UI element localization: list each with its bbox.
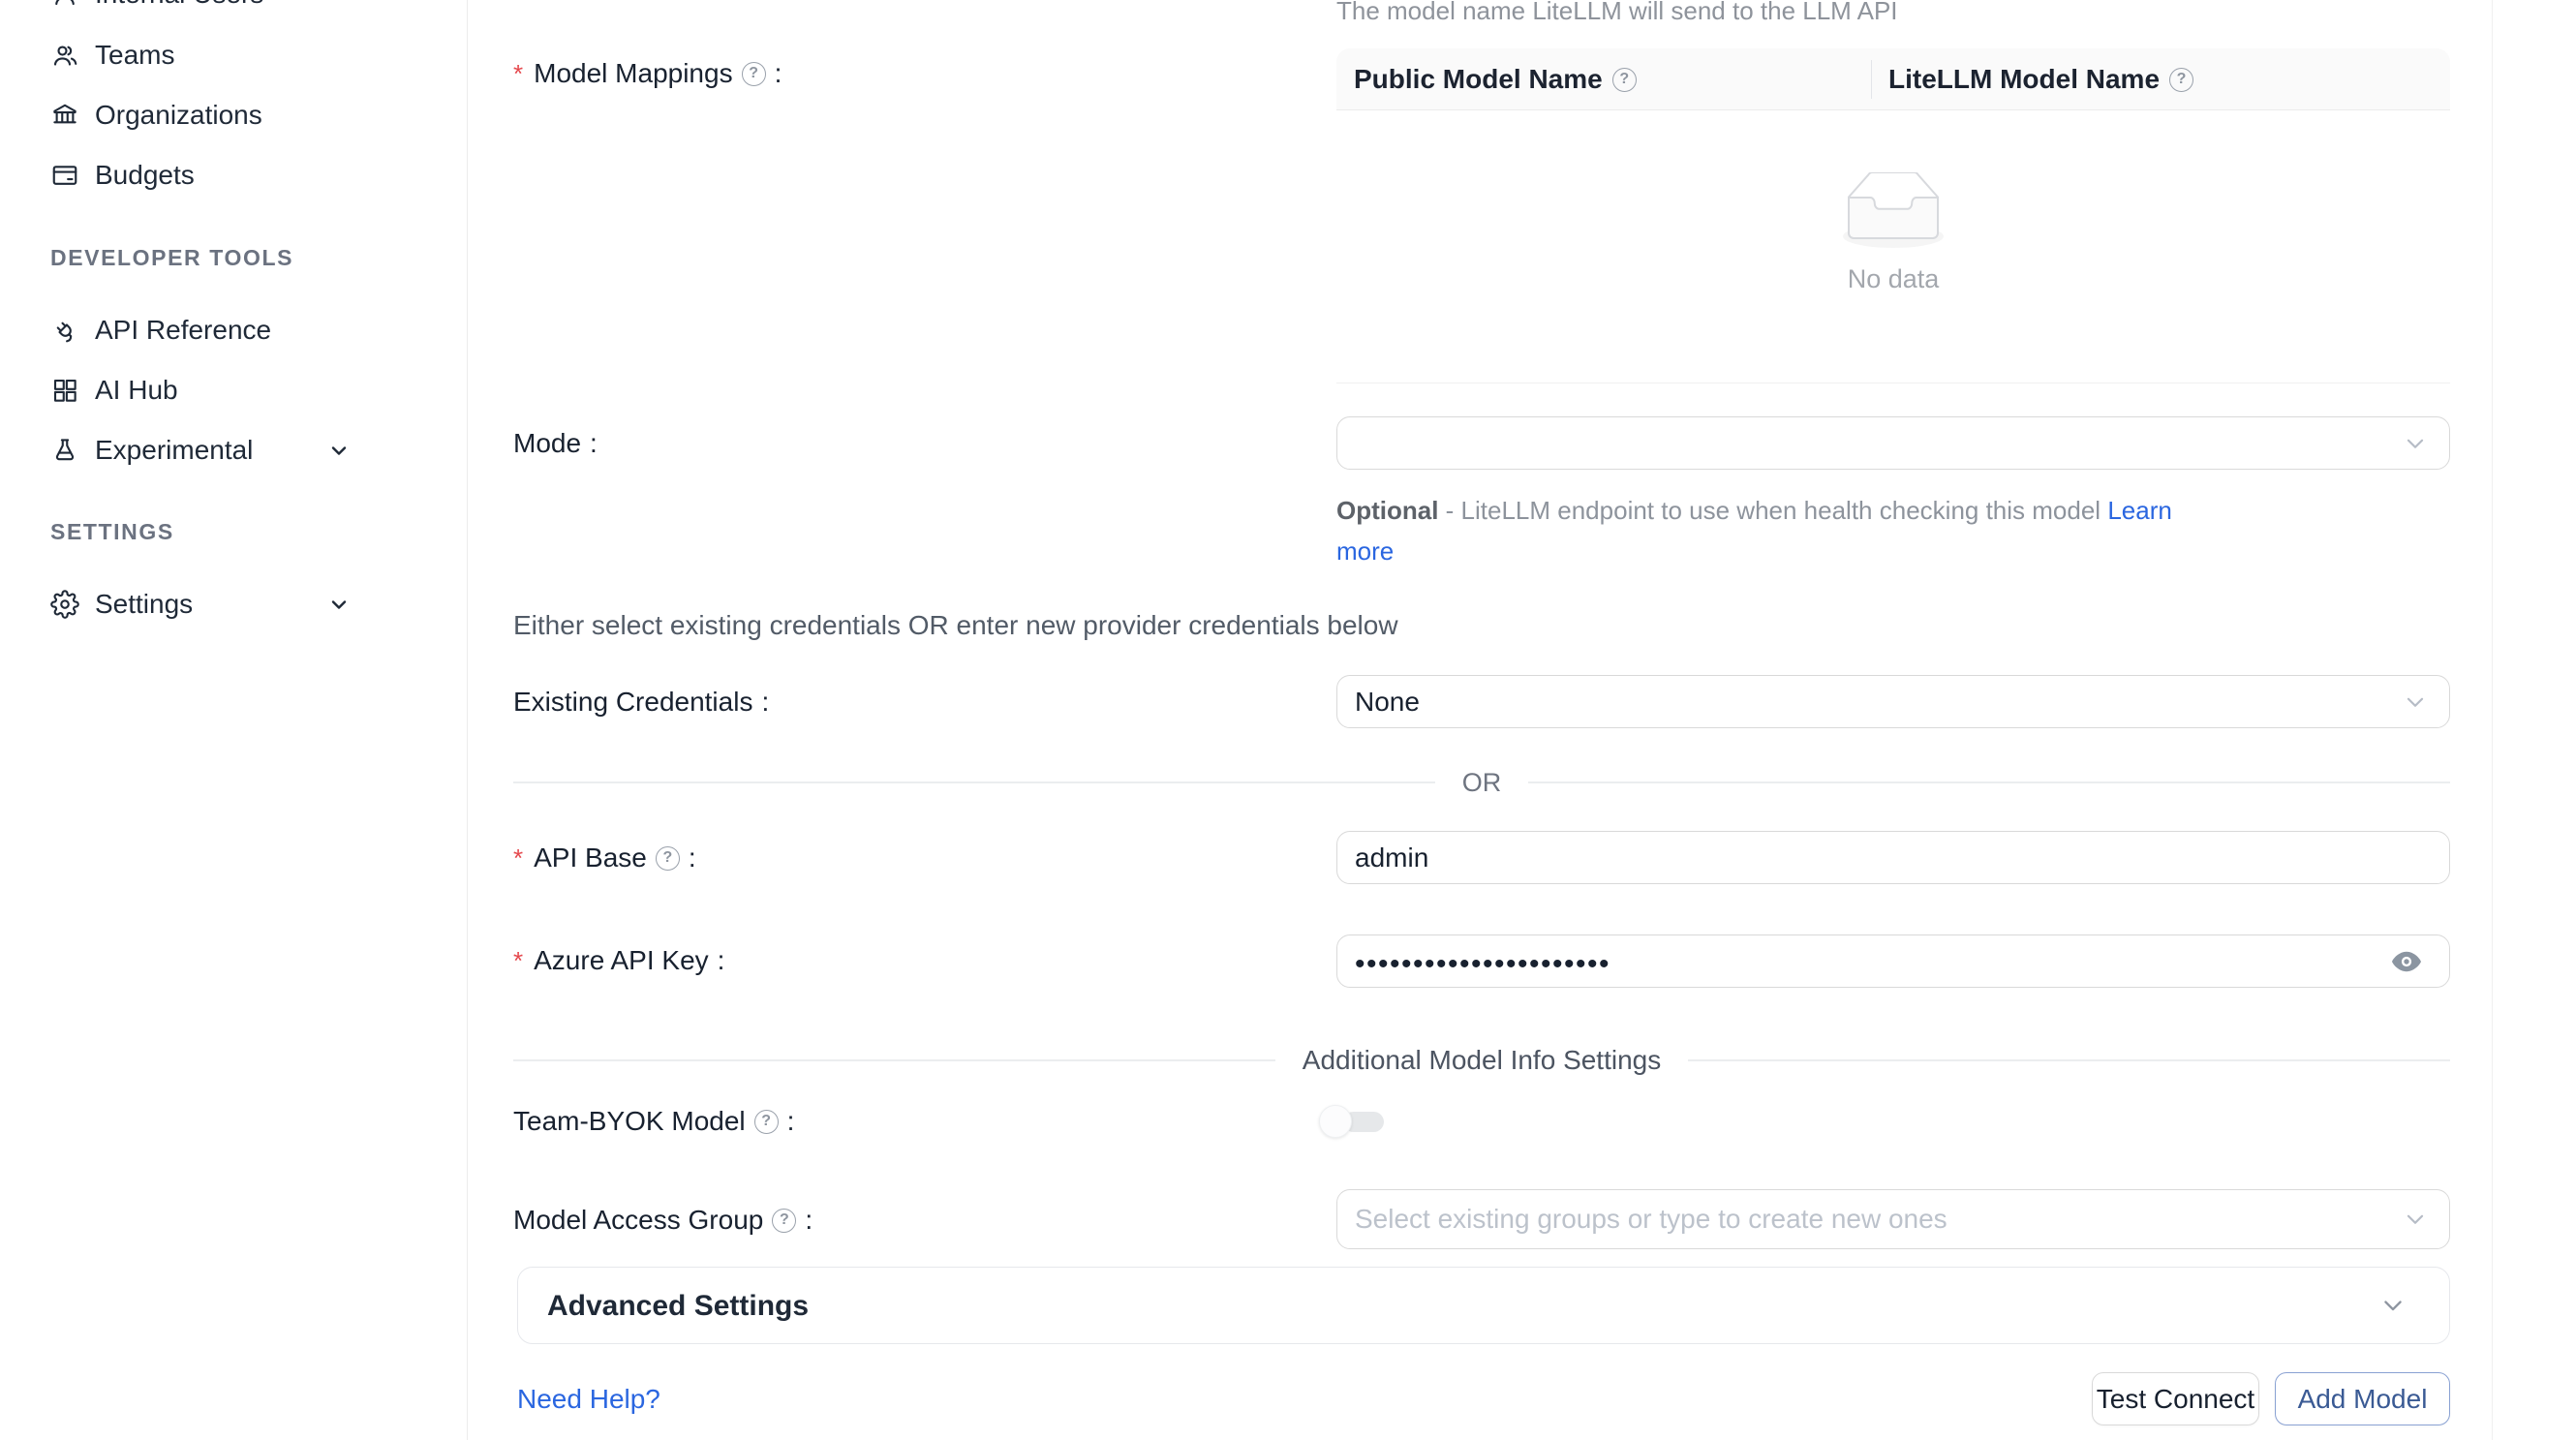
table-empty-state: No data — [1336, 172, 2450, 294]
empty-box-icon — [1831, 172, 1955, 252]
column-header-public-model-name: Public Model Name ? — [1354, 48, 1637, 110]
sidebar-item-label: Experimental — [95, 435, 253, 466]
user-icon — [50, 0, 79, 9]
model-access-group-placeholder: Select existing groups or type to create… — [1355, 1190, 1947, 1248]
credit-card-icon — [50, 161, 79, 190]
model-name-helper-text: The model name LiteLLM will send to the … — [1336, 0, 1898, 26]
sidebar-item-internal-users[interactable]: Internal Users — [0, 0, 445, 11]
mode-select[interactable] — [1336, 416, 2450, 470]
mode-label: Mode : — [513, 428, 598, 459]
eye-icon[interactable] — [2389, 944, 2424, 979]
sidebar-item-settings[interactable]: Settings — [0, 588, 445, 621]
model-mappings-label: * Model Mappings ? : — [513, 58, 782, 89]
or-divider: OR — [513, 767, 2450, 798]
additional-settings-divider: Additional Model Info Settings — [513, 1045, 2450, 1076]
question-circle-icon[interactable]: ? — [742, 62, 766, 86]
azure-api-key-masked-value: •••••••••••••••••••••• — [1355, 938, 1610, 990]
test-connect-button[interactable]: Test Connect — [2092, 1372, 2259, 1425]
content-right-divider — [2492, 0, 2493, 1440]
sidebar-item-label: AI Hub — [95, 375, 178, 406]
required-mark: * — [513, 843, 523, 873]
plug-icon — [50, 316, 79, 345]
bank-icon — [50, 101, 79, 130]
question-circle-icon[interactable]: ? — [1612, 68, 1637, 92]
api-base-input[interactable]: admin — [1336, 831, 2450, 884]
advanced-settings-panel[interactable]: Advanced Settings — [517, 1267, 2450, 1344]
table-header-row: Public Model Name ? LiteLLM Model Name ? — [1336, 48, 2450, 110]
sidebar-item-label: Teams — [95, 40, 174, 71]
grid-icon — [50, 376, 79, 405]
or-divider-text: OR — [1462, 768, 1502, 798]
team-byok-toggle[interactable] — [1319, 1105, 1385, 1138]
column-header-litellm-model-name: LiteLLM Model Name ? — [1888, 48, 2193, 110]
column-divider — [1871, 60, 1872, 99]
question-circle-icon[interactable]: ? — [2169, 68, 2193, 92]
question-circle-icon[interactable]: ? — [656, 846, 680, 871]
sidebar-section-developer-tools: DEVELOPER TOOLS — [50, 245, 293, 271]
required-mark: * — [513, 946, 523, 976]
flask-icon — [50, 436, 79, 465]
sidebar-item-label: Budgets — [95, 160, 195, 191]
additional-settings-divider-text: Additional Model Info Settings — [1303, 1045, 1661, 1076]
sidebar-divider — [467, 0, 468, 1440]
chevron-down-icon — [327, 593, 351, 616]
sidebar-item-organizations[interactable]: Organizations — [0, 99, 445, 132]
existing-credentials-value: None — [1355, 676, 1420, 727]
users-icon — [50, 41, 79, 70]
chevron-down-icon — [2403, 431, 2428, 456]
chevron-down-icon — [2403, 1207, 2428, 1232]
required-mark: * — [513, 59, 523, 89]
no-data-text: No data — [1336, 264, 2450, 294]
chevron-down-icon — [2379, 1292, 2407, 1319]
model-mappings-table: Public Model Name ? LiteLLM Model Name ?… — [1336, 48, 2450, 383]
question-circle-icon[interactable]: ? — [754, 1110, 779, 1134]
mode-helper-text: Optional - LiteLLM endpoint to use when … — [1336, 490, 2179, 571]
existing-credentials-select[interactable]: None — [1336, 675, 2450, 728]
model-access-group-label: Model Access Group ? : — [513, 1205, 813, 1236]
sidebar-item-teams[interactable]: Teams — [0, 39, 445, 72]
sidebar-item-label: Settings — [95, 589, 193, 620]
api-base-label: * API Base ? : — [513, 843, 696, 873]
gear-icon — [50, 590, 79, 619]
azure-api-key-input[interactable]: •••••••••••••••••••••• — [1336, 934, 2450, 988]
credentials-note: Either select existing credentials OR en… — [513, 610, 1398, 641]
sidebar-item-label: Organizations — [95, 100, 262, 131]
sidebar-item-label: API Reference — [95, 315, 271, 346]
advanced-settings-title: Advanced Settings — [547, 1268, 809, 1345]
toggle-knob — [1319, 1105, 1352, 1138]
sidebar-item-api-reference[interactable]: API Reference — [0, 314, 445, 347]
need-help-link[interactable]: Need Help? — [517, 1384, 660, 1415]
team-byok-label: Team-BYOK Model ? : — [513, 1106, 794, 1137]
question-circle-icon[interactable]: ? — [772, 1209, 796, 1233]
sidebar-section-settings: SETTINGS — [50, 519, 174, 545]
existing-credentials-label: Existing Credentials : — [513, 687, 769, 718]
model-access-group-select[interactable]: Select existing groups or type to create… — [1336, 1189, 2450, 1249]
sidebar-item-experimental[interactable]: Experimental — [0, 434, 445, 467]
add-model-button[interactable]: Add Model — [2275, 1372, 2450, 1425]
chevron-down-icon — [2403, 689, 2428, 715]
sidebar-item-budgets[interactable]: Budgets — [0, 159, 445, 192]
azure-api-key-label: * Azure API Key : — [513, 945, 724, 976]
api-base-value: admin — [1355, 832, 1428, 883]
chevron-down-icon — [327, 439, 351, 462]
sidebar-item-ai-hub[interactable]: AI Hub — [0, 374, 445, 407]
sidebar-item-label: Internal Users — [95, 0, 263, 10]
add-model-page: Internal Users Teams Organizations Budge… — [0, 0, 2576, 1440]
